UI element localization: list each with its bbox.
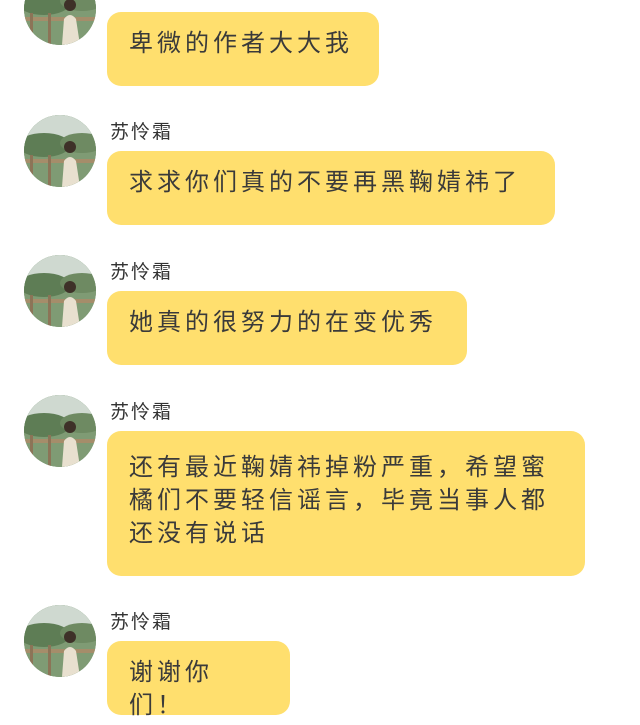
message-text: 求求你们真的不要再黑鞠婧祎了	[129, 168, 521, 196]
message-text: 卑微的作者大大我	[129, 29, 353, 57]
avatar[interactable]	[24, 395, 96, 467]
avatar[interactable]	[24, 115, 96, 187]
message-bubble[interactable]: 谢谢你们！	[107, 641, 290, 719]
message-bubble[interactable]: 她真的很努力的在变优秀	[107, 291, 467, 365]
message-text: 谢谢你们！	[129, 658, 213, 719]
message-bubble[interactable]: 还有最近鞠婧祎掉粉严重，希望蜜橘们不要轻信谣言，毕竟当事人都还没有说话	[107, 431, 585, 576]
avatar[interactable]	[24, 255, 96, 327]
chat-window: 卑微的作者大大我 苏怜霜 求求你们真的不要再黑鞠婧祎了 苏怜霜 她真的很努力的在…	[0, 0, 640, 725]
sender-name: 苏怜霜	[110, 121, 174, 143]
avatar[interactable]	[24, 0, 96, 45]
message-bubble[interactable]: 卑微的作者大大我	[107, 12, 379, 86]
sender-name: 苏怜霜	[110, 401, 174, 423]
sender-name: 苏怜霜	[110, 611, 174, 633]
message-text: 她真的很努力的在变优秀	[129, 308, 437, 336]
avatar[interactable]	[24, 605, 96, 677]
message-bubble[interactable]: 求求你们真的不要再黑鞠婧祎了	[107, 151, 555, 225]
sender-name: 苏怜霜	[110, 261, 174, 283]
message-text: 还有最近鞠婧祎掉粉严重，希望蜜橘们不要轻信谣言，毕竟当事人都还没有说话	[129, 453, 549, 547]
